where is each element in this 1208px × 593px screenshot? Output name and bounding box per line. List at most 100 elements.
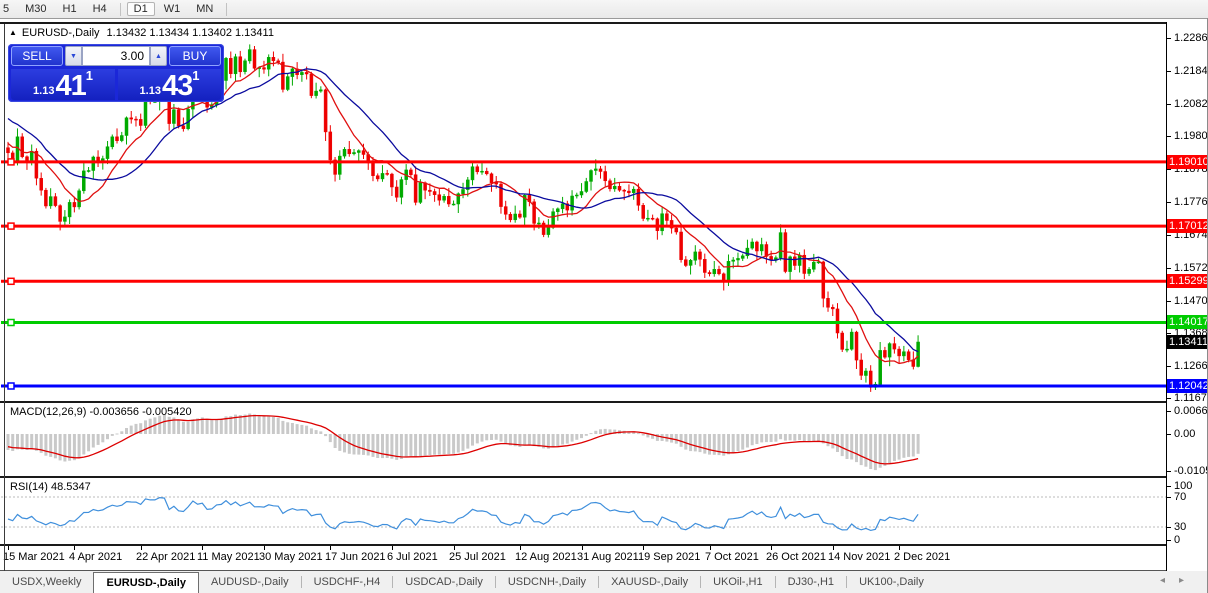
chart-ohlc-values: 1.13432 1.13434 1.13402 1.13411 [106, 27, 274, 39]
rsi-axis-tick [1167, 497, 1171, 498]
timeframe-button-h4[interactable]: H4 [86, 2, 114, 16]
mt4-window: 5 M30 H1 H4 D1 W1 MN ▲ EURUSD-,Daily 1.13432 1.1… [0, 0, 1208, 593]
current-price-tag: 1.13411 [1167, 335, 1208, 349]
chart-tab-bar: USDX,Weekly EURUSD-,Daily AUDUSD-,Daily USD… [0, 571, 1208, 593]
timeframe-button-w1[interactable]: W1 [157, 2, 188, 16]
sell-price-button[interactable]: 1.13 41 1 [11, 69, 115, 102]
timeframe-button-5[interactable]: 5 [0, 2, 16, 16]
price-axis: 1.228601.218401.208201.198001.187801.177… [1167, 22, 1208, 571]
price-axis-label: 1.17760 [1174, 196, 1208, 208]
price-axis-tick [1167, 235, 1171, 236]
rsi-chart-canvas[interactable] [0, 478, 1166, 544]
rsi-axis-label: 30 [1174, 521, 1187, 533]
chart-tab-usdcad-daily[interactable]: USDCAD-,Daily [393, 571, 495, 593]
macd-axis-tick [1167, 411, 1171, 412]
macd-label: MACD(12,26,9) -0.003656 -0.005420 [10, 406, 192, 418]
level-price-tag: 1.17012 [1167, 219, 1208, 233]
sell-button[interactable]: SELL [11, 46, 63, 66]
date-axis-tick [8, 546, 9, 550]
price-axis-label: 1.21840 [1174, 65, 1208, 77]
date-axis-label: 30 May 2021 [259, 551, 323, 563]
chart-tab-usdchf-h4[interactable]: USDCHF-,H4 [302, 571, 393, 593]
date-axis-label: 7 Oct 2021 [705, 551, 759, 563]
price-axis-label: 1.15720 [1174, 262, 1208, 274]
date-axis-label: 4 Apr 2021 [69, 551, 123, 563]
level-price-tag: 1.19010 [1167, 155, 1208, 169]
date-axis-label: 12 Aug 2021 [515, 551, 577, 563]
level-price-tag: 1.14017 [1167, 315, 1208, 329]
date-axis-label: 17 Jun 2021 [325, 551, 386, 563]
price-axis-tick [1167, 136, 1171, 137]
date-axis-tick [202, 546, 203, 550]
timeframe-button-mn[interactable]: MN [189, 2, 220, 16]
date-axis-tick [771, 546, 772, 550]
date-axis-label: 15 Mar 2021 [3, 551, 65, 563]
sell-price-main: 41 [55, 70, 86, 102]
chart-tab-audusd-daily[interactable]: AUDUSD-,Daily [199, 571, 301, 593]
price-axis-label: 1.11670 [1174, 392, 1208, 404]
date-axis-label: 11 May 2021 [197, 551, 260, 563]
date-axis-label: 2 Dec 2021 [894, 551, 951, 563]
price-axis-tick [1167, 333, 1171, 334]
date-axis-tick [520, 546, 521, 550]
chart-tab-usdx-weekly[interactable]: USDX,Weekly [0, 571, 93, 593]
timeframe-button-m30[interactable]: M30 [18, 2, 53, 16]
price-axis-tick [1167, 366, 1171, 367]
price-axis-label: 1.20820 [1174, 98, 1208, 110]
price-axis-tick [1167, 104, 1171, 105]
axis-separator [1166, 22, 1167, 571]
chart-header: ▲ EURUSD-,Daily 1.13432 1.13434 1.13402 1.… [9, 27, 274, 39]
macd-axis-label: 0.006611 [1174, 405, 1208, 417]
date-axis-label: 19 Sep 2021 [638, 551, 701, 563]
date-axis-tick [899, 546, 900, 550]
date-axis-label: 31 Aug 2021 [577, 551, 639, 563]
rsi-axis-tick [1167, 486, 1171, 487]
date-axis-label: 6 Jul 2021 [387, 551, 438, 563]
chart-tab-ukoil-h1[interactable]: UKOil-,H1 [701, 571, 775, 593]
price-axis-label: 1.19800 [1174, 130, 1208, 142]
chart-symbol-label: EURUSD-,Daily [21, 27, 100, 39]
date-axis: 15 Mar 2021 4 Apr 2021 22 Apr 2021 11 May 2… [0, 546, 1166, 570]
date-axis-label: 14 Nov 2021 [828, 551, 891, 563]
buy-price-button[interactable]: 1.13 43 1 [118, 68, 221, 102]
rsi-label: RSI(14) 48.5347 [10, 481, 91, 493]
level-price-tag: 1.15299 [1167, 274, 1208, 288]
price-axis-label: 1.22860 [1174, 32, 1208, 44]
tab-scroll-arrows[interactable]: ◂▸ [1160, 575, 1198, 586]
window-left-border [4, 24, 5, 571]
price-axis-label: 1.12660 [1174, 360, 1208, 372]
price-axis-tick [1167, 268, 1171, 269]
buy-price-prefix: 1.13 [139, 85, 161, 97]
date-axis-tick [74, 546, 75, 550]
macd-axis-label: 0.00 [1174, 428, 1196, 440]
date-axis-tick [330, 546, 331, 550]
one-click-trading-panel: SELL ▼ 3.00 ▲ BUY 1.13 41 1 1.13 43 1 [8, 44, 224, 102]
rsi-axis-label: 0 [1174, 534, 1181, 546]
volume-decrease-button[interactable]: ▼ [65, 46, 82, 66]
price-axis-label: 1.14700 [1174, 295, 1208, 307]
price-axis-tick [1167, 398, 1171, 399]
buy-button[interactable]: BUY [169, 46, 221, 66]
chart-tab-dj30-h1[interactable]: DJ30-,H1 [776, 571, 846, 593]
macd-axis-tick [1167, 434, 1171, 435]
buy-price-pip: 1 [192, 68, 200, 83]
macd-axis-tick [1167, 471, 1171, 472]
timeframe-toolbar: 5 M30 H1 H4 D1 W1 MN [0, 0, 1208, 19]
timeframe-button-d1[interactable]: D1 [126, 2, 155, 16]
buy-price-main: 43 [161, 70, 193, 102]
chart-top-border [0, 22, 1208, 24]
chart-tab-xauusd-daily[interactable]: XAUUSD-,Daily [599, 571, 700, 593]
date-axis-tick [833, 546, 834, 550]
volume-increase-button[interactable]: ▲ [150, 46, 167, 66]
level-price-tag: 1.12042 [1167, 379, 1208, 393]
date-axis-label: 26 Oct 2021 [766, 551, 826, 563]
timeframe-button-h1[interactable]: H1 [56, 2, 84, 16]
collapse-arrow-icon[interactable]: ▲ [9, 28, 17, 37]
volume-input[interactable]: 3.00 [82, 46, 150, 66]
price-axis-tick [1167, 169, 1171, 170]
chart-tab-usdcnh-daily[interactable]: USDCNH-,Daily [496, 571, 598, 593]
date-axis-tick [141, 546, 142, 550]
chart-tab-eurusd-daily[interactable]: EURUSD-,Daily [93, 572, 199, 593]
chart-tab-uk100-daily[interactable]: UK100-,Daily [847, 571, 936, 593]
date-axis-tick [643, 546, 644, 550]
